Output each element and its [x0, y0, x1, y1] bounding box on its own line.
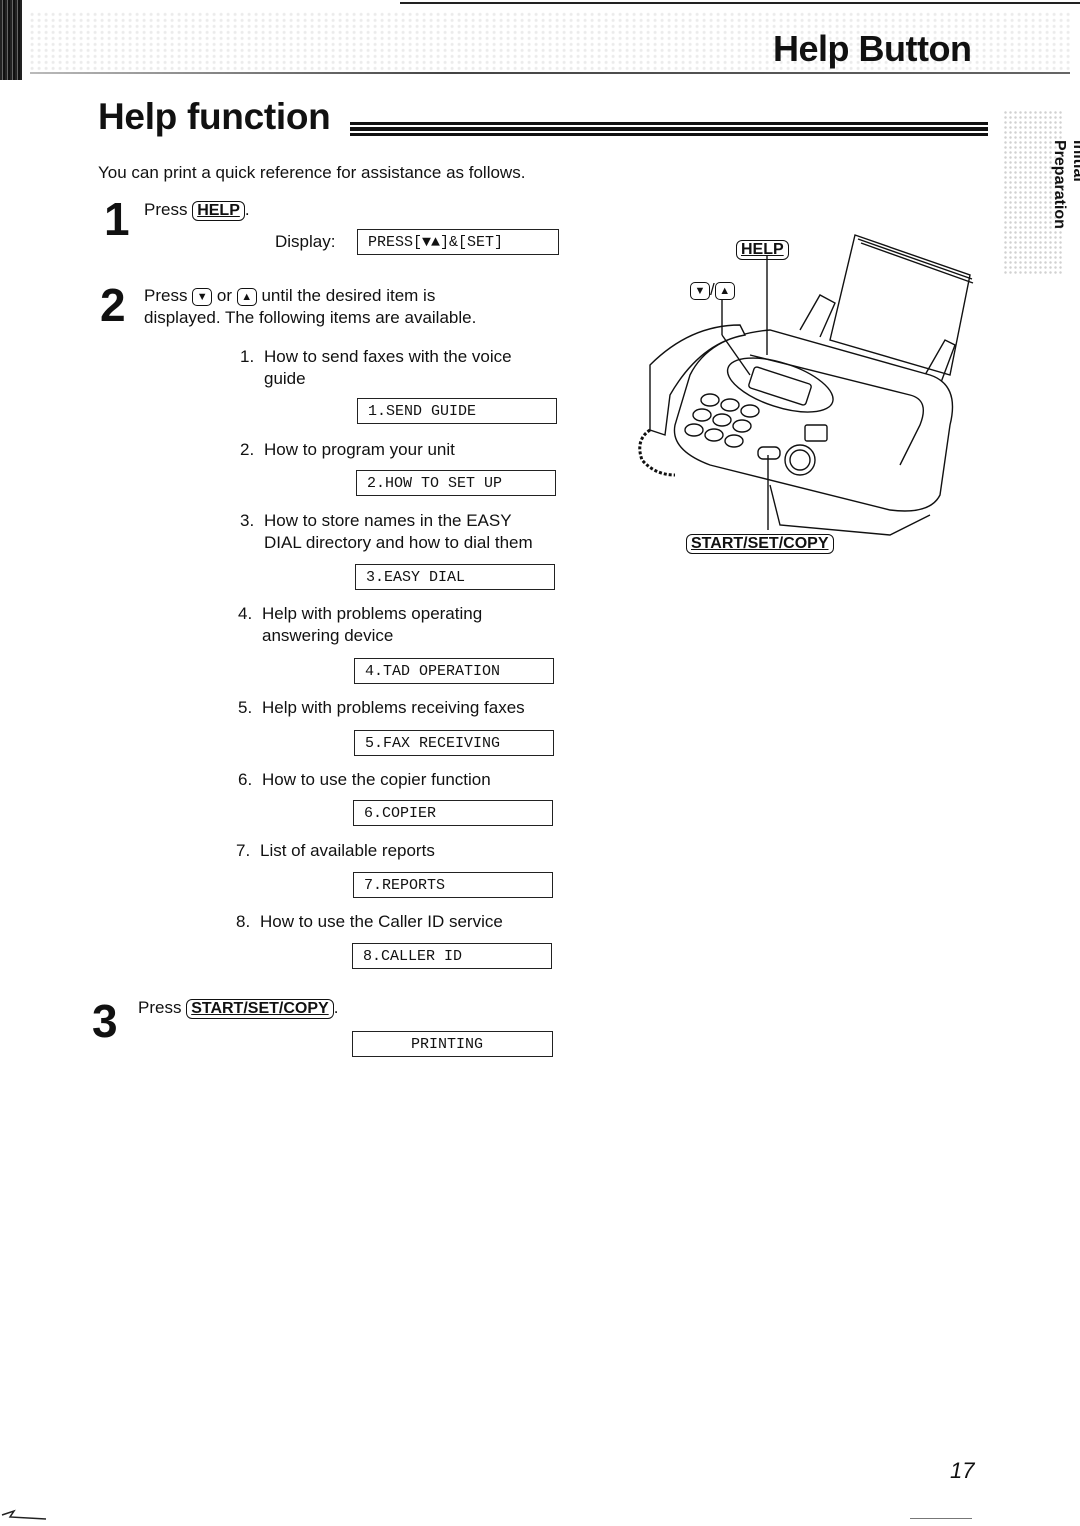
item-description-line2: answering device: [262, 626, 394, 645]
step-text: Press: [138, 998, 187, 1017]
start-set-copy-key-label: START/SET/COPY: [686, 534, 834, 554]
illustration-help-label: HELP: [736, 238, 789, 260]
header-rule-bottom: [30, 72, 1070, 74]
step-text: .: [244, 200, 250, 219]
start-set-copy-key: START/SET/COPY: [186, 999, 334, 1019]
step-text: .: [333, 998, 339, 1017]
illustration-start-label: START/SET/COPY: [686, 532, 834, 554]
step-number: 1: [104, 193, 130, 245]
help-item: 4. Help with problems operating answering …: [238, 603, 482, 647]
item-description: Help with problems receiving faxes: [262, 698, 525, 717]
help-key-label: HELP: [736, 240, 789, 260]
side-tab-line1: Initial: [1070, 140, 1080, 182]
item-description: How to send faxes with the voice: [264, 347, 512, 366]
step-number: 2: [100, 279, 126, 331]
item-description: How to use the copier function: [262, 770, 491, 789]
item-number: 1.: [240, 347, 255, 366]
step-1-text: Press HELP.: [144, 199, 250, 221]
step-text: displayed. The following items are avail…: [144, 308, 477, 327]
fax-machine-icon: [638, 234, 974, 536]
lcd-display: 5.FAX RECEIVING: [354, 730, 554, 756]
lcd-display: PRESS[▼▲]&[SET]: [357, 229, 559, 255]
down-arrow-key-icon: ▼: [192, 287, 213, 306]
lcd-display: PRINTING: [352, 1031, 553, 1057]
display-label: Display:: [275, 232, 336, 251]
section-title: Help Button: [773, 28, 972, 69]
step-text: Press: [144, 200, 193, 219]
item-description-line2: [240, 462, 264, 481]
help-key: HELP: [192, 201, 245, 221]
lcd-display: 8.CALLER ID: [352, 943, 552, 969]
up-arrow-key-icon: ▲: [714, 281, 735, 300]
item-number: 8.: [236, 912, 251, 931]
item-description: How to program your unit: [264, 440, 455, 459]
item-description: How to store names in the EASY: [264, 511, 512, 530]
step-3-text: Press START/SET/COPY.: [138, 997, 338, 1019]
help-item: 1. How to send faxes with the voice guide: [240, 346, 512, 390]
lcd-display: 3.EASY DIAL: [355, 564, 555, 590]
item-number: 6.: [238, 770, 253, 789]
item-description: List of available reports: [260, 841, 435, 860]
edge-tab-marker: [0, 0, 22, 80]
item-description-line2: [236, 863, 260, 882]
fax-machine-illustration: HELP ▼ / ▲ START/SET/COPY: [630, 225, 980, 555]
item-description: How to use the Caller ID service: [260, 912, 503, 931]
step-text: until the desired item is: [256, 286, 436, 305]
lcd-display: 2.HOW TO SET UP: [356, 470, 556, 496]
lcd-display: 1.SEND GUIDE: [357, 398, 557, 424]
page-number: 17: [950, 1458, 975, 1483]
item-description-line2: [236, 934, 260, 953]
item-description-line2: [238, 720, 262, 739]
item-number: 4.: [238, 604, 253, 623]
down-arrow-key-icon: ▼: [690, 281, 710, 300]
header-rule-top: [400, 2, 1080, 4]
item-description: Help with problems operating: [262, 604, 483, 623]
item-number: 2.: [240, 440, 255, 459]
footer-rule: [910, 1518, 972, 1519]
step-text: Press: [144, 286, 193, 305]
step-2-text: Press ▼ or ▲ until the desired item is d…: [144, 285, 476, 329]
lcd-display: 7.REPORTS: [353, 872, 553, 898]
side-tab-line2: Preparation: [1051, 140, 1068, 229]
item-description-line2: guide: [264, 369, 306, 388]
corner-scan-mark: [1, 1509, 47, 1520]
side-tab-label: Initial Preparation: [1008, 140, 1080, 229]
item-description-line2: [238, 792, 262, 811]
step-text: or: [212, 286, 237, 305]
up-arrow-key-icon: ▲: [236, 287, 257, 306]
title-rule: [350, 122, 988, 138]
page-title: Help function: [98, 96, 331, 137]
item-description-line2: DIAL directory and how to dial them: [264, 533, 533, 552]
intro-text: You can print a quick reference for assi…: [98, 163, 526, 182]
item-number: 7.: [236, 841, 251, 860]
item-number: 3.: [240, 511, 255, 530]
item-number: 5.: [238, 698, 253, 717]
illustration-arrow-keys-label: ▼ / ▲: [690, 279, 735, 301]
help-item: 3. How to store names in the EASY DIAL dir…: [240, 510, 533, 554]
lcd-display: 4.TAD OPERATION: [354, 658, 554, 684]
step-number: 3: [92, 995, 118, 1047]
lcd-display: 6.COPIER: [353, 800, 553, 826]
